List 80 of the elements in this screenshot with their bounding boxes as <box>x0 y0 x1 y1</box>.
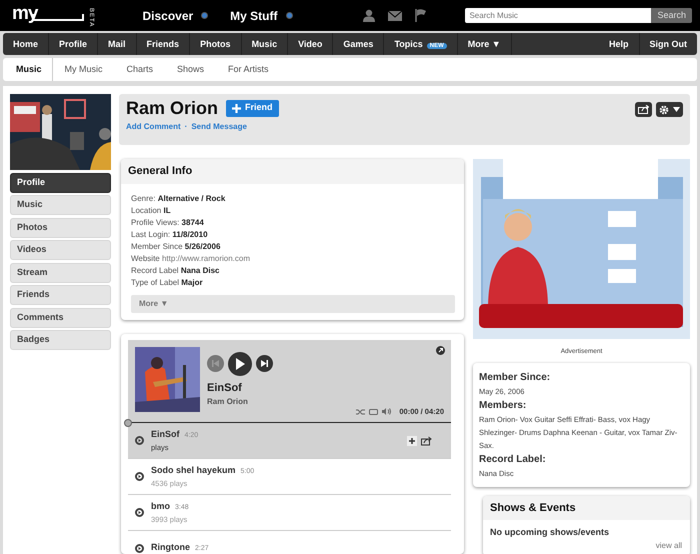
plus-icon <box>232 104 242 112</box>
song-title: Ringtone <box>151 542 190 552</box>
sidebar-item[interactable]: Comments <box>10 308 111 328</box>
nav-link[interactable]: Sign Out <box>638 33 697 55</box>
add-friend-button[interactable]: Friend <box>226 100 279 116</box>
search-field[interactable]: Search Music <box>465 8 652 23</box>
subnav-tab[interactable]: My Music <box>52 58 115 81</box>
empty-message: No upcoming shows/events <box>490 526 610 540</box>
song-title: EinSof <box>151 429 180 440</box>
search-button[interactable]: Search <box>651 8 692 23</box>
mail-icon[interactable] <box>388 10 402 20</box>
menu-link[interactable]: Discover <box>142 6 208 24</box>
play-icon[interactable] <box>135 544 144 552</box>
subnav-tab[interactable]: For Artists <box>216 58 281 81</box>
about-heading: Members: <box>479 398 528 413</box>
info-line: Member Since 5/26/2006 <box>131 240 222 252</box>
nav-link[interactable]: Video <box>288 33 334 55</box>
song-title: Sodo shel hayekum <box>151 465 236 476</box>
profile-name: Ram Orion <box>126 99 218 117</box>
info-line: Last Login: 11/8/2010 <box>131 228 209 240</box>
person-icon[interactable] <box>362 9 374 22</box>
share-button[interactable] <box>635 102 652 117</box>
info-line: Type of Label Major <box>131 276 204 288</box>
info-line: Profile Views: 38744 <box>131 216 205 228</box>
more-button[interactable]: More ▼ <box>131 294 455 312</box>
sidebar-item[interactable]: Stream <box>10 262 111 282</box>
about-heading: Record Label: <box>479 452 547 467</box>
separator: · <box>184 121 188 133</box>
flag-icon[interactable] <box>414 9 426 22</box>
plus-icon[interactable] <box>407 436 417 446</box>
nav-link[interactable]: Friends <box>136 33 190 55</box>
menu-link[interactable]: My Stuff <box>230 6 292 24</box>
track-title: EinSof <box>207 380 243 396</box>
nav-link[interactable]: Home <box>3 33 50 55</box>
info-line: Location IL <box>131 204 172 216</box>
sidebar-item[interactable]: Friends <box>10 285 111 305</box>
play-icon[interactable] <box>135 508 144 517</box>
volume-icon[interactable] <box>382 408 392 416</box>
nav-link[interactable]: More ▼ <box>458 33 512 55</box>
next-button[interactable] <box>256 355 273 372</box>
card-title: General Info <box>121 159 464 184</box>
play-icon[interactable] <box>135 436 144 445</box>
info-line: Record Label Nana Disc <box>131 264 220 276</box>
nav-link[interactable]: Music <box>242 33 288 55</box>
settings-button[interactable] <box>656 102 683 117</box>
subnav-tab[interactable]: Music <box>3 58 53 81</box>
share-icon <box>638 105 649 114</box>
info-line: Website http://www.ramorion.com <box>131 252 252 264</box>
previous-icon <box>212 360 219 367</box>
next-icon <box>261 360 268 367</box>
sidebar-item[interactable]: Videos <box>10 240 111 260</box>
profile-link[interactable]: Add Comment <box>126 121 181 133</box>
play-button[interactable] <box>228 352 252 376</box>
settings-icon <box>659 104 669 114</box>
sidebar-item[interactable]: Photos <box>10 218 111 238</box>
repeat-icon[interactable] <box>369 408 378 415</box>
song-title: bmo <box>151 501 170 512</box>
sidebar-item[interactable]: Profile <box>10 172 111 192</box>
nav-link[interactable]: Mail <box>98 33 137 55</box>
sidebar-item[interactable]: Music <box>10 195 111 215</box>
external-link-icon[interactable] <box>436 346 445 354</box>
nav-link[interactable]: Help <box>598 33 638 55</box>
nav-link[interactable]: Games <box>333 33 384 55</box>
nav-link[interactable]: Profile <box>49 33 98 55</box>
about-heading: Member Since: <box>479 370 552 385</box>
profile-link[interactable]: Send Message <box>191 121 247 133</box>
info-line: Genre: Alternative / Rock <box>131 192 226 204</box>
play-icon <box>235 358 245 370</box>
nav-link[interactable]: Photos <box>190 33 242 55</box>
play-icon[interactable] <box>135 472 144 481</box>
view-all-link[interactable]: view all <box>490 540 682 552</box>
card-title: Shows & Events <box>483 496 690 520</box>
previous-button[interactable] <box>207 355 224 372</box>
progress-thumb[interactable] <box>124 418 132 426</box>
subnav-tab[interactable]: Charts <box>114 58 166 81</box>
artist-name: Ram Orion <box>207 396 249 408</box>
share-icon[interactable] <box>421 436 432 446</box>
shuffle-icon[interactable] <box>356 408 366 415</box>
subnav-tab[interactable]: Shows <box>165 58 216 81</box>
sidebar-item[interactable]: Badges <box>10 330 111 350</box>
